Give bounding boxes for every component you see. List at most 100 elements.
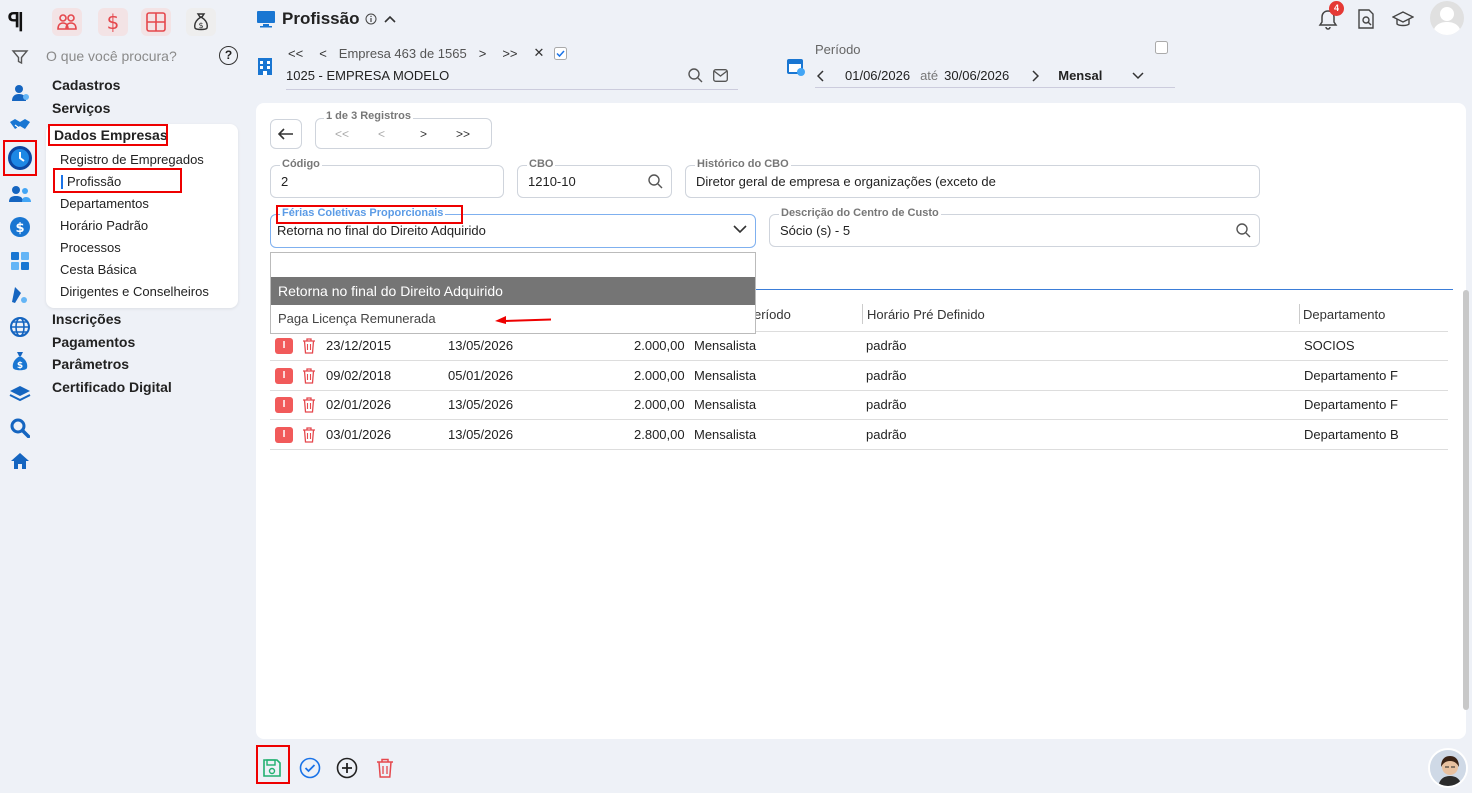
delete-button[interactable] <box>373 756 397 780</box>
dollar-icon[interactable]: $ <box>7 214 33 240</box>
money-bag-icon[interactable]: $ <box>7 348 33 374</box>
mail-icon[interactable] <box>713 69 728 82</box>
sidebar-section-servicos[interactable]: Serviços <box>52 100 110 116</box>
page-title: Profissão <box>282 9 360 28</box>
sidebar-section-inscricoes[interactable]: Inscrições <box>52 311 121 327</box>
sidebar-item-registro-empregados[interactable]: Registro de Empregados <box>60 152 204 167</box>
graduation-cap-icon[interactable] <box>1392 10 1414 28</box>
dropdown-option-empty[interactable] <box>271 253 755 277</box>
sidebar-section-cadastros[interactable]: Cadastros <box>52 77 120 93</box>
cbo-field[interactable]: CBO 1210-10 <box>517 158 672 198</box>
row-edit-badge[interactable]: I <box>275 368 293 384</box>
cell-periodo: Mensalista <box>694 397 757 412</box>
dropdown-option-retorna[interactable]: Retorna no final do Direito Adquirido <box>271 277 755 305</box>
annotation-arrow-icon <box>494 315 552 325</box>
table-row[interactable]: I 03/01/2026 13/05/2026 2.800,00 Mensali… <box>270 420 1448 450</box>
row-edit-badge[interactable]: I <box>275 397 293 413</box>
trash-icon[interactable] <box>302 338 316 354</box>
sidebar-item-horario-padrao[interactable]: Horário Padrão <box>60 218 148 233</box>
active-indicator <box>61 175 63 189</box>
table-row[interactable]: I 23/12/2015 13/05/2026 2.000,00 Mensali… <box>270 331 1448 361</box>
historico-cbo-field[interactable]: Histórico do CBO Diretor geral de empres… <box>685 158 1260 198</box>
empresa-name[interactable]: 1025 - EMPRESA MODELO <box>286 68 449 83</box>
avatar[interactable] <box>1430 1 1464 35</box>
period-type-select[interactable]: Mensal <box>1058 68 1102 83</box>
info-icon[interactable] <box>365 13 377 25</box>
centro-custo-search-icon[interactable] <box>1236 223 1251 238</box>
cbo-label: CBO <box>527 158 556 170</box>
save-button[interactable] <box>260 756 284 780</box>
trash-icon[interactable] <box>302 397 316 413</box>
assistant-avatar[interactable] <box>1428 748 1468 788</box>
cell-valor: 2.000,00 <box>634 397 685 412</box>
empresa-counter: Empresa 463 de 1565 <box>338 45 467 61</box>
confirm-button[interactable] <box>298 756 322 780</box>
app-logo[interactable]: ꟼ| <box>8 8 24 33</box>
calculator-icon[interactable] <box>7 248 33 274</box>
trash-icon[interactable] <box>302 368 316 384</box>
home-icon[interactable] <box>7 448 33 474</box>
search-icon[interactable] <box>7 415 33 441</box>
empresa-prev-button[interactable]: < <box>311 46 335 61</box>
people-app-icon[interactable] <box>52 8 82 36</box>
records-next-button[interactable]: > <box>420 127 427 141</box>
records-first-button[interactable]: << <box>335 127 349 141</box>
layers-icon[interactable] <box>7 381 33 407</box>
chevron-up-icon[interactable] <box>383 14 397 24</box>
trash-icon[interactable] <box>302 427 316 443</box>
sidebar-item-cesta-basica[interactable]: Cesta Básica <box>60 262 137 277</box>
codigo-field[interactable]: Código 2 <box>270 158 504 198</box>
period-checkbox[interactable] <box>1155 41 1168 54</box>
empresa-next-button[interactable]: > <box>471 46 495 61</box>
sidebar-item-processos[interactable]: Processos <box>60 240 121 255</box>
calculator-app-icon[interactable] <box>141 8 171 36</box>
row-edit-badge[interactable]: I <box>275 427 293 443</box>
period-prev-icon[interactable] <box>817 69 825 82</box>
ferias-coletivas-select[interactable]: Férias Coletivas Proporcionais Retorna n… <box>270 207 756 248</box>
empresa-navigation: << < Empresa 463 de 1565 > >> ✕ <box>286 45 568 61</box>
period-next-icon[interactable] <box>1031 69 1040 82</box>
records-last-button[interactable]: >> <box>456 127 470 141</box>
add-button[interactable] <box>335 756 359 780</box>
empresa-search-icon[interactable] <box>688 68 703 83</box>
empresa-underline <box>286 89 738 90</box>
filter-icon[interactable] <box>7 44 33 70</box>
clock-icon[interactable] <box>3 140 37 176</box>
sidebar-item-dirigentes[interactable]: Dirigentes e Conselheiros <box>60 284 209 299</box>
sidebar-section-certificado[interactable]: Certificado Digital <box>52 379 172 395</box>
monitor-icon <box>256 10 276 28</box>
money-bag-app-icon[interactable]: $ <box>186 8 216 36</box>
cbo-search-icon[interactable] <box>648 174 663 189</box>
sidebar-search-input[interactable] <box>46 44 206 68</box>
scrollbar-thumb[interactable] <box>1463 290 1469 710</box>
help-icon[interactable]: ? <box>219 46 238 65</box>
empresa-close-button[interactable]: ✕ <box>526 45 553 61</box>
globe-icon[interactable] <box>7 314 33 340</box>
empresa-checkbox[interactable] <box>554 46 568 60</box>
sidebar-section-dados-empresas[interactable]: Dados Empresas <box>54 127 168 143</box>
cell-valor: 2.000,00 <box>634 368 685 383</box>
period-end-date[interactable]: 30/06/2026 <box>944 68 1009 83</box>
sidebar-section-parametros[interactable]: Parâmetros <box>52 356 129 372</box>
handshake-icon[interactable] <box>7 112 33 138</box>
table-row[interactable]: I 09/02/2018 05/01/2026 2.000,00 Mensali… <box>270 361 1448 391</box>
back-button[interactable] <box>270 119 302 149</box>
chevron-down-icon[interactable] <box>1132 71 1144 80</box>
empresa-last-button[interactable]: >> <box>494 46 525 61</box>
users-icon[interactable] <box>7 181 33 207</box>
document-search-icon[interactable] <box>1357 9 1375 29</box>
chevron-down-icon[interactable] <box>733 225 747 234</box>
user-icon[interactable] <box>7 80 33 106</box>
records-prev-button[interactable]: < <box>378 127 385 141</box>
sidebar-item-profissao[interactable]: Profissão <box>67 174 121 189</box>
row-edit-badge[interactable]: I <box>275 338 293 354</box>
icon-rail: ꟼ| $ $ <box>0 0 40 793</box>
empresa-first-button[interactable]: << <box>286 46 311 61</box>
table-row[interactable]: I 02/01/2026 13/05/2026 2.000,00 Mensali… <box>270 390 1448 420</box>
finance-app-icon[interactable]: $ <box>98 8 128 36</box>
sidebar-item-departamentos[interactable]: Departamentos <box>60 196 149 211</box>
centro-custo-field[interactable]: Descrição do Centro de Custo Sócio (s) -… <box>769 207 1260 247</box>
period-start-date[interactable]: 01/06/2026 <box>845 68 910 83</box>
sidebar-section-pagamentos[interactable]: Pagamentos <box>52 334 135 350</box>
pen-icon[interactable] <box>7 282 33 308</box>
